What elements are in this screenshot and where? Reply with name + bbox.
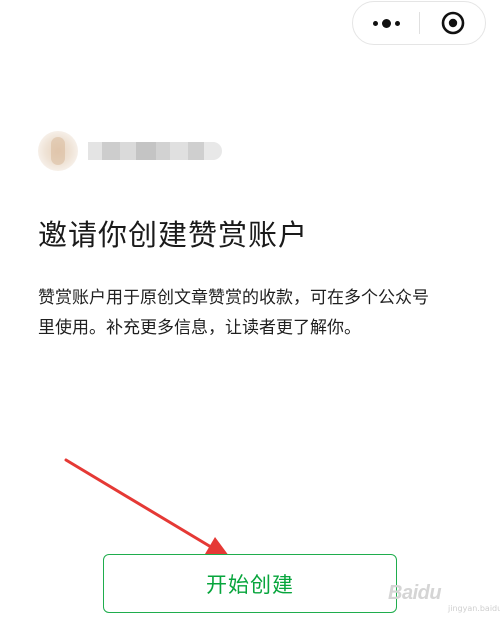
- page-title: 邀请你创建赞赏账户: [38, 218, 309, 252]
- description-line-2: 里使用。补充更多信息，让读者更了解你。: [38, 318, 361, 338]
- close-button[interactable]: [420, 2, 485, 44]
- avatar: [38, 131, 78, 171]
- description: 赞赏账户用于原创文章赞赏的收款，可在多个公众号 里使用。补充更多信息，让读者更了…: [38, 283, 478, 343]
- more-button[interactable]: [353, 2, 419, 44]
- page: 邀请你创建赞赏账户 赞赏账户用于原创文章赞赏的收款，可在多个公众号 里使用。补充…: [0, 0, 500, 630]
- description-line-1: 赞赏账户用于原创文章赞赏的收款，可在多个公众号: [38, 288, 429, 308]
- mini-program-capsule: [352, 1, 486, 45]
- account-row: [38, 131, 222, 171]
- watermark-sub: jingyan.baidu.com: [448, 604, 500, 613]
- more-dot-icon: [394, 20, 400, 26]
- target-close-icon: [441, 11, 464, 35]
- start-create-button[interactable]: 开始创建: [103, 554, 397, 613]
- baidu-watermark: Baidu jingyan.baidu.com: [388, 580, 500, 620]
- more-dot-icon: [381, 18, 391, 28]
- account-name-blurred: [88, 142, 222, 160]
- more-dot-icon: [372, 20, 378, 26]
